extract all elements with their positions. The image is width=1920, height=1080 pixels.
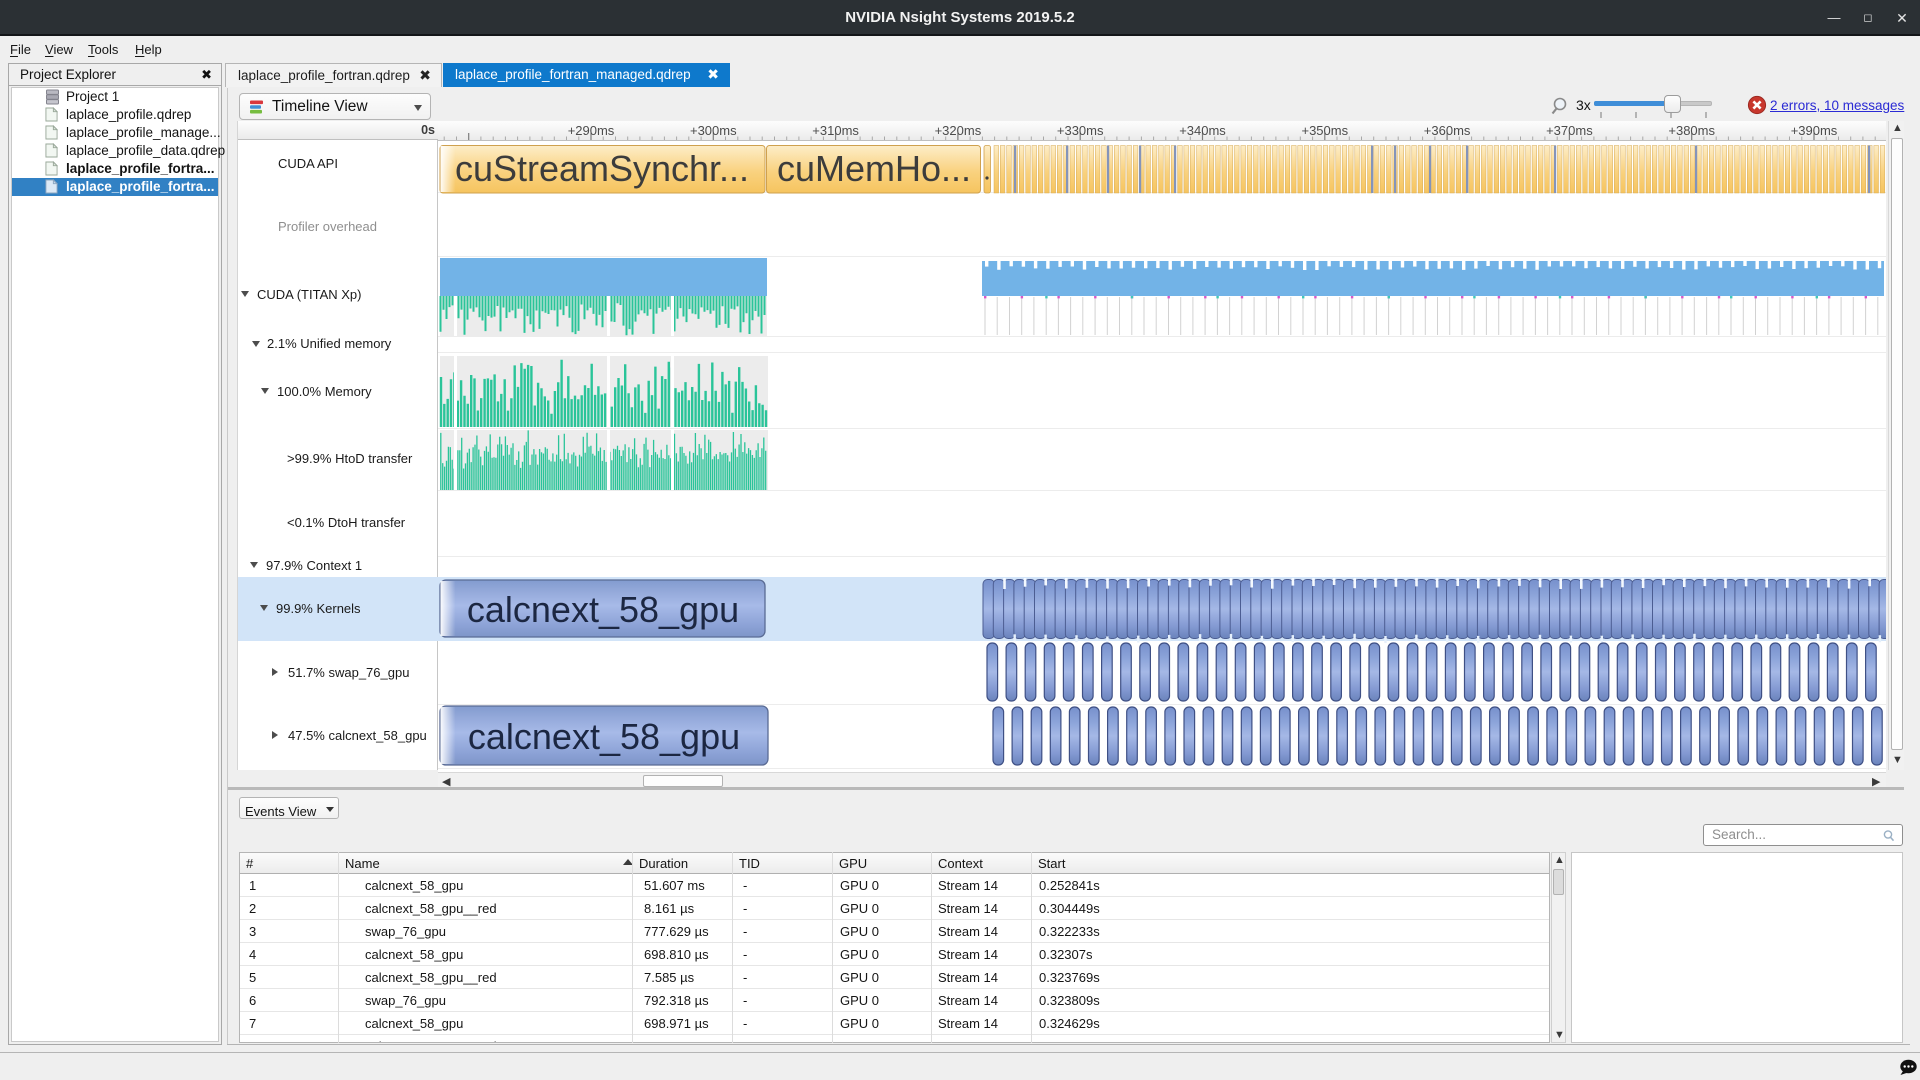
svg-text:cuStreamSynchr...: cuStreamSynchr...	[455, 148, 749, 189]
svg-text:+310ms: +310ms	[812, 123, 859, 138]
svg-text:+370ms: +370ms	[1546, 123, 1593, 138]
svg-text:+360ms: +360ms	[1424, 123, 1471, 138]
svg-text:+380ms: +380ms	[1668, 123, 1715, 138]
svg-text:cuMemHo...: cuMemHo...	[777, 148, 971, 189]
svg-text:+340ms: +340ms	[1179, 123, 1226, 138]
svg-text:+290ms: +290ms	[568, 123, 615, 138]
svg-text:+350ms: +350ms	[1301, 123, 1348, 138]
svg-text:calcnext_58_gpu: calcnext_58_gpu	[468, 716, 740, 757]
svg-text:+320ms: +320ms	[935, 123, 982, 138]
svg-text:+390ms: +390ms	[1791, 123, 1838, 138]
svg-text:+330ms: +330ms	[1057, 123, 1104, 138]
svg-text:+300ms: +300ms	[690, 123, 737, 138]
svg-text:calcnext_58_gpu: calcnext_58_gpu	[467, 589, 739, 630]
